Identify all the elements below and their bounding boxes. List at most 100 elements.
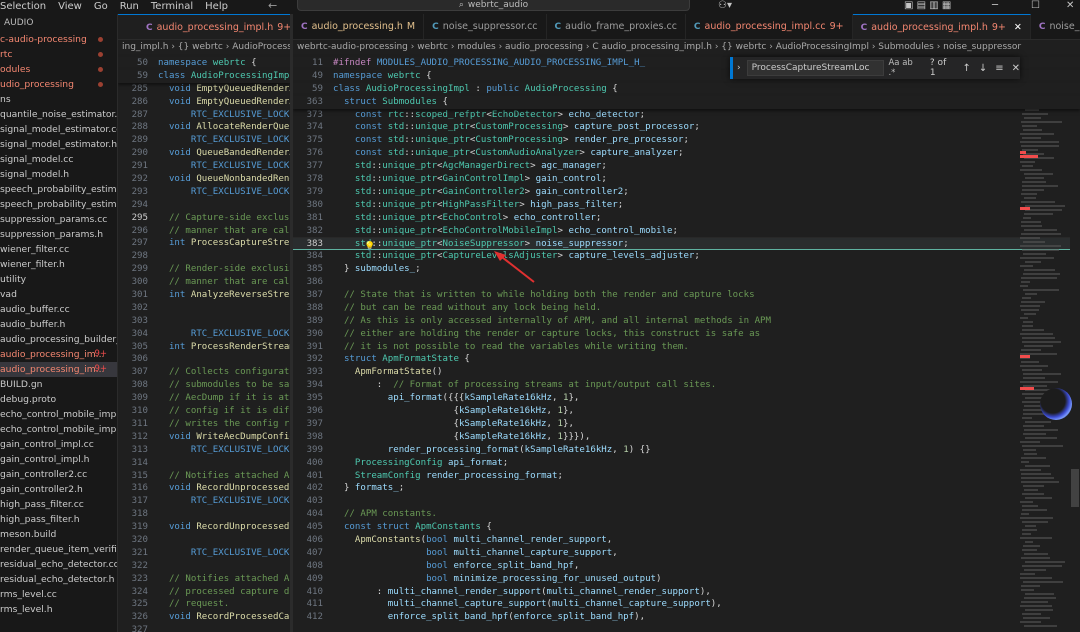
code-line[interactable]: 292 void QueueNonbandedRend bbox=[118, 173, 290, 186]
code-line[interactable]: 319 void RecordUnprocessedC bbox=[118, 521, 290, 534]
toggle-replace-icon[interactable]: › bbox=[737, 63, 741, 73]
file-tree-item[interactable]: residual_echo_detector.cc bbox=[0, 557, 117, 572]
sticky-scroll-line[interactable]: 363 struct Submodules { bbox=[293, 95, 1080, 109]
code-line[interactable]: 325 // request. bbox=[118, 598, 290, 611]
code-line[interactable]: 293 RTC_EXCLUSIVE_LOCKS bbox=[118, 186, 290, 199]
code-line[interactable]: 393 ApmFormatState() bbox=[293, 366, 1080, 379]
code-line[interactable]: 305 int ProcessRenderStream bbox=[118, 341, 290, 354]
code-line[interactable]: 391 // it is not possible to read the va… bbox=[293, 341, 1080, 354]
file-tree-item[interactable]: odules bbox=[0, 62, 117, 77]
file-tree-item[interactable]: render_queue_item_verifier.h bbox=[0, 542, 117, 557]
code-line[interactable]: 374 const std::unique_ptr<CustomProcessi… bbox=[293, 121, 1080, 134]
file-tree-item[interactable]: signal_model.cc bbox=[0, 152, 117, 167]
copilot-icon[interactable]: ⚇▾ bbox=[718, 0, 732, 11]
breadcrumb-right[interactable]: webrtc-audio-processing › webrtc › modul… bbox=[293, 40, 1080, 55]
code-line[interactable]: 295 // Capture-side exclusi bbox=[118, 212, 290, 225]
file-tree-item[interactable]: vad bbox=[0, 287, 117, 302]
file-tree-item[interactable]: suppression_params.h bbox=[0, 227, 117, 242]
code-line[interactable]: 398 {kSampleRate16kHz, 1}}}), bbox=[293, 431, 1080, 444]
code-line[interactable]: 410 : multi_channel_render_support(multi… bbox=[293, 586, 1080, 599]
file-tree-item[interactable]: high_pass_filter.h bbox=[0, 512, 117, 527]
file-tree-item[interactable]: echo_control_mobile_impl.h bbox=[0, 422, 117, 437]
file-tree-item[interactable]: ns bbox=[0, 92, 117, 107]
code-line[interactable]: 298 bbox=[118, 250, 290, 263]
menu-view[interactable]: View bbox=[52, 0, 88, 14]
tab-audio-processing-impl-h-left[interactable]: C audio_processing_impl.h 9+ bbox=[118, 14, 290, 39]
code-line[interactable]: 375 const std::unique_ptr<CustomProcessi… bbox=[293, 134, 1080, 147]
file-tree-item[interactable]: audio_processing_im... 9+ bbox=[0, 347, 117, 362]
code-line[interactable]: 324 // processed capture da bbox=[118, 586, 290, 599]
code-line[interactable]: 406 ApmConstants(bool multi_channel_rend… bbox=[293, 534, 1080, 547]
file-tree-item[interactable]: signal_model.h bbox=[0, 167, 117, 182]
command-center-search[interactable]: ⌕ webrtc_audio bbox=[297, 0, 690, 11]
code-line[interactable]: 326 void RecordProcessedCap bbox=[118, 611, 290, 624]
lightbulb-icon[interactable]: 💡 bbox=[364, 242, 375, 252]
file-tree-item[interactable]: wiener_filter.cc bbox=[0, 242, 117, 257]
file-tree-item[interactable]: signal_model_estimator.cc bbox=[0, 122, 117, 137]
code-line[interactable]: 301 int AnalyzeReverseStrea bbox=[118, 289, 290, 302]
code-line[interactable]: 399 render_processing_format(kSampleRate… bbox=[293, 444, 1080, 457]
close-window-icon[interactable]: ✕ bbox=[1066, 0, 1074, 12]
code-line[interactable]: 290 void QueueBandedRenderA bbox=[118, 147, 290, 160]
file-tree-item[interactable]: residual_echo_detector.h bbox=[0, 572, 117, 587]
code-line[interactable]: 309 // AecDump if it is att bbox=[118, 392, 290, 405]
code-line[interactable]: 385 } submodules_; bbox=[293, 263, 1080, 276]
code-line[interactable]: 318 bbox=[118, 508, 290, 521]
code-line[interactable]: 381 std::unique_ptr<EchoControl> echo_co… bbox=[293, 212, 1080, 225]
minimize-icon[interactable]: ─ bbox=[992, 0, 998, 12]
code-line[interactable]: 297 int ProcessCaptureStrea bbox=[118, 237, 290, 250]
file-tree-item[interactable]: rms_level.h bbox=[0, 602, 117, 617]
code-line[interactable]: 321 RTC_EXCLUSIVE_LOCKS bbox=[118, 547, 290, 560]
code-line[interactable]: 408 bool enforce_split_band_hpf, bbox=[293, 560, 1080, 573]
code-line[interactable]: 308 // submodules to be sav bbox=[118, 379, 290, 392]
previous-match-icon[interactable]: ↑ bbox=[962, 63, 970, 74]
code-line[interactable]: 320 bbox=[118, 534, 290, 547]
code-line[interactable]: 412 enforce_split_band_hpf(enforce_split… bbox=[293, 611, 1080, 624]
code-line[interactable]: 312 void WriteAecDumpConfig bbox=[118, 431, 290, 444]
code-line[interactable]: 314 bbox=[118, 457, 290, 470]
file-tree-item[interactable]: BUILD.gn bbox=[0, 377, 117, 392]
find-input[interactable]: ProcessCaptureStreamLoc bbox=[746, 60, 885, 76]
code-line[interactable]: 373 const rtc::scoped_refptr<EchoDetecto… bbox=[293, 109, 1080, 122]
next-match-icon[interactable]: ↓ bbox=[979, 63, 987, 74]
code-line[interactable]: 285 void EmptyQueuedRenderA bbox=[118, 83, 290, 96]
file-tree-item[interactable]: rtc bbox=[0, 47, 117, 62]
file-tree-item[interactable]: gain_control_impl.h bbox=[0, 452, 117, 467]
code-line[interactable]: 401 StreamConfig render_processing_forma… bbox=[293, 470, 1080, 483]
file-tree-item[interactable]: signal_model_estimator.h bbox=[0, 137, 117, 152]
code-line[interactable]: 306 bbox=[118, 353, 290, 366]
code-line[interactable]: 323 // Notifies attached Ac bbox=[118, 573, 290, 586]
code-line[interactable]: 397 {kSampleRate16kHz, 1}, bbox=[293, 418, 1080, 431]
file-tree-item[interactable]: echo_control_mobile_impl.cc bbox=[0, 407, 117, 422]
menu-help[interactable]: Help bbox=[199, 0, 234, 14]
code-line[interactable]: 315 // Notifies attached Ac bbox=[118, 470, 290, 483]
file-tree-item[interactable]: audio_processing_im... 9+ bbox=[0, 362, 117, 377]
code-line[interactable]: 307 // Collects configurati bbox=[118, 366, 290, 379]
vertical-scrollbar[interactable] bbox=[1070, 57, 1080, 632]
code-line[interactable]: 303 bbox=[118, 315, 290, 328]
editor-tab[interactable]: Cnoise_ bbox=[1031, 14, 1080, 39]
code-line[interactable]: 310 // config if it is diff bbox=[118, 405, 290, 418]
file-tree-item[interactable]: c-audio-processing bbox=[0, 32, 117, 47]
code-line[interactable]: 386 bbox=[293, 276, 1080, 289]
menu-selection[interactable]: Selection bbox=[0, 0, 52, 14]
code-line[interactable]: 400 ProcessingConfig api_format; bbox=[293, 457, 1080, 470]
code-line[interactable]: 392 struct ApmFormatState { bbox=[293, 353, 1080, 366]
file-tree-item[interactable]: gain_controller2.cc bbox=[0, 467, 117, 482]
editor-tab[interactable]: Cnoise_suppressor.cc bbox=[424, 14, 547, 39]
file-tree-item[interactable]: audio_buffer.cc bbox=[0, 302, 117, 317]
editor-tab[interactable]: Caudio_processing_impl.h 9+ ✕ bbox=[852, 14, 1031, 39]
code-line[interactable]: 286 void EmptyQueuedRenderA bbox=[118, 96, 290, 109]
code-line[interactable]: 409 bool minimize_processing_for_unused_… bbox=[293, 573, 1080, 586]
code-line[interactable]: 317 RTC_EXCLUSIVE_LOCKS bbox=[118, 495, 290, 508]
menu-go[interactable]: Go bbox=[88, 0, 114, 14]
find-options[interactable]: Aa ab .* bbox=[888, 58, 921, 78]
code-line[interactable]: 396 {kSampleRate16kHz, 1}, bbox=[293, 405, 1080, 418]
code-area-right[interactable]: 11 #ifndef MODULES_AUDIO_PROCESSING_AUDIO… bbox=[293, 57, 1080, 624]
sticky-scroll-line[interactable]: 59 class AudioProcessingImpl bbox=[118, 69, 290, 83]
close-find-icon[interactable]: ✕ bbox=[1012, 63, 1020, 74]
code-line[interactable]: 299 // Render-side exclusiv bbox=[118, 263, 290, 276]
code-line[interactable]: 407 bool multi_channel_capture_support, bbox=[293, 547, 1080, 560]
code-line[interactable]: 300 // manner that are call bbox=[118, 276, 290, 289]
code-area-left[interactable]: 50 namespace webrtc {59 class AudioProcess… bbox=[118, 57, 290, 632]
